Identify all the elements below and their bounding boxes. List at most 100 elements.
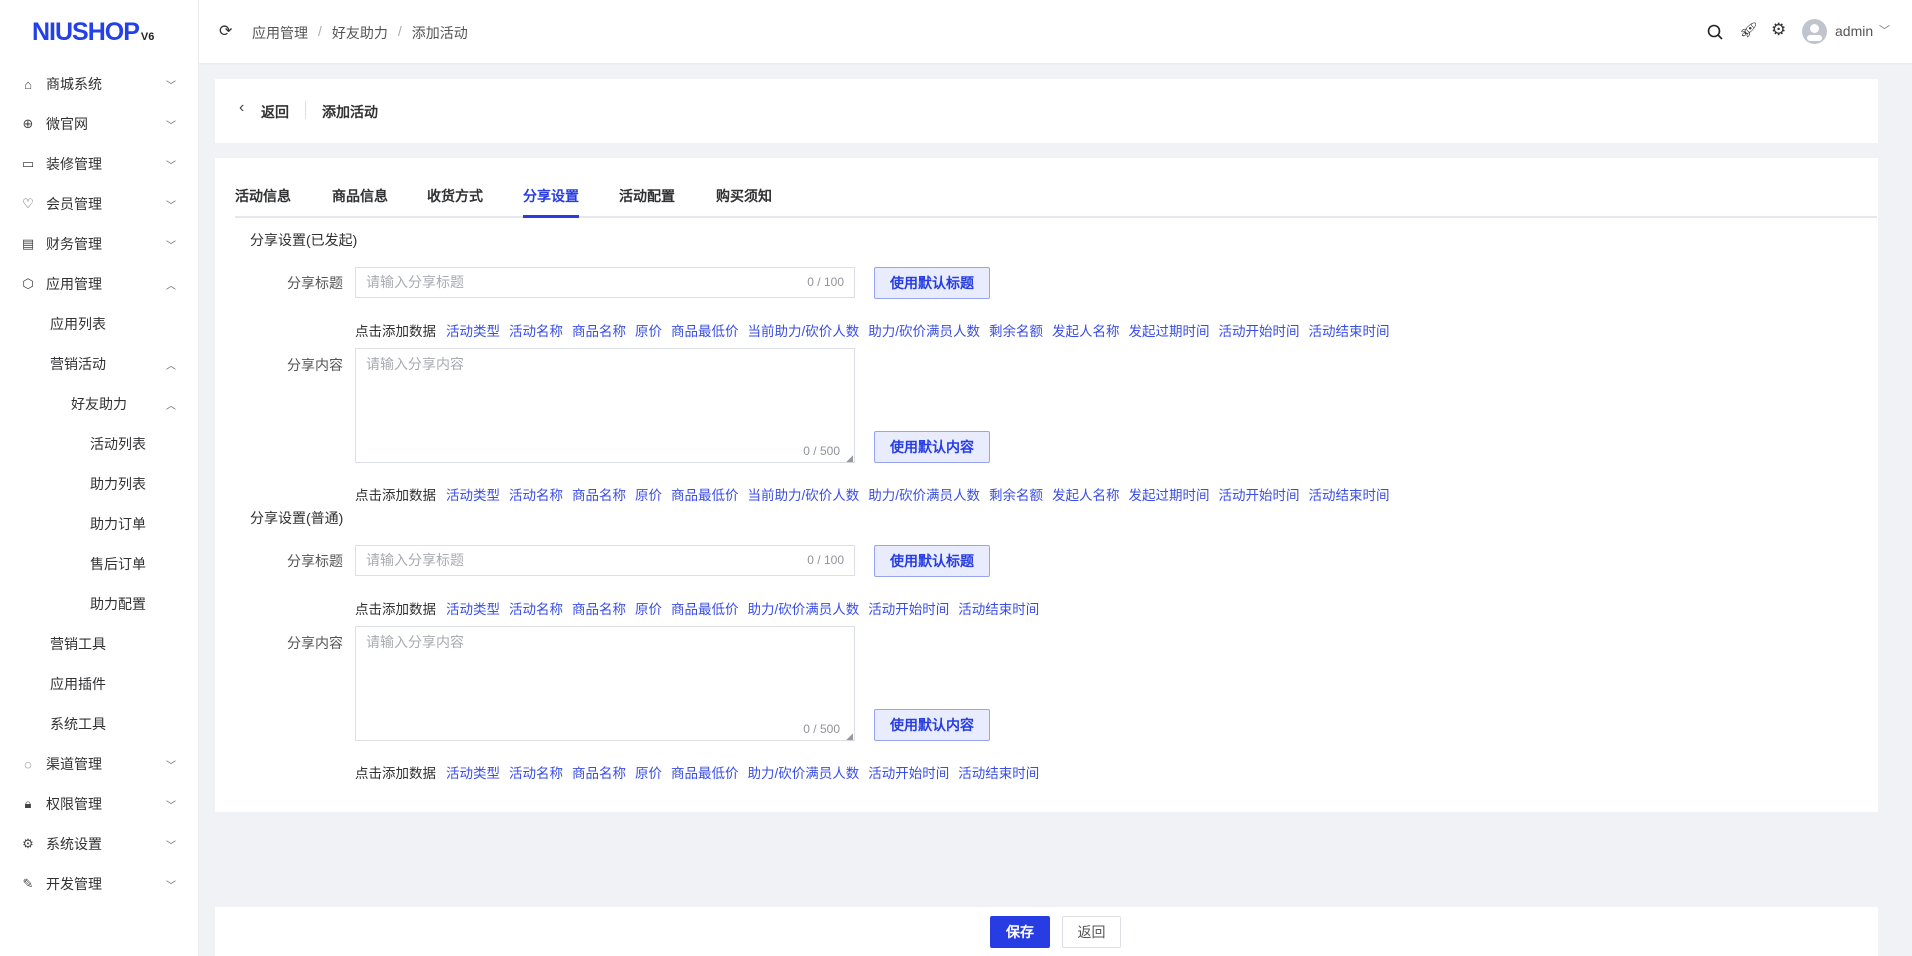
chevron-up-icon: ︿ xyxy=(166,400,176,412)
avatar[interactable] xyxy=(1802,19,1827,44)
insert-var-link[interactable]: 活动开始时间 xyxy=(1219,320,1300,340)
tab[interactable]: 分享设置 xyxy=(523,186,579,206)
search-icon[interactable] xyxy=(1707,24,1723,40)
insert-var-link[interactable]: 活动开始时间 xyxy=(868,762,949,782)
insert-var-link[interactable]: 活动开始时间 xyxy=(1219,484,1300,504)
save-button[interactable]: 保存 xyxy=(990,916,1050,948)
insert-var-link[interactable]: 原价 xyxy=(635,598,662,618)
insert-var-link[interactable]: 活动类型 xyxy=(446,598,500,618)
use-default-title-button[interactable]: 使用默认标题 xyxy=(874,267,990,299)
sidebar-item[interactable]: 售后订单 xyxy=(0,544,199,584)
sidebar-item[interactable]: 好友助力 ︿ xyxy=(0,384,199,424)
rocket-icon[interactable]: 🚀︎ xyxy=(1739,21,1758,39)
insert-var-link[interactable]: 活动名称 xyxy=(509,320,563,340)
insert-var-link[interactable]: 原价 xyxy=(635,484,662,504)
sidebar-item[interactable]: 应用插件 xyxy=(0,664,199,704)
chevron-down-icon: ﹀ xyxy=(166,880,176,892)
insert-var-link[interactable]: 助力/砍价满员人数 xyxy=(748,762,860,782)
sidebar-item[interactable]: ◌ 渠道管理 ﹀ xyxy=(0,744,199,784)
back-button[interactable]: 返回 xyxy=(1062,916,1121,948)
insert-var-link[interactable]: 活动结束时间 xyxy=(958,762,1039,782)
share-content-textarea[interactable]: 请输入分享内容 0 / 500 ◢ xyxy=(355,626,855,741)
sidebar-item[interactable]: 🔒︎ 权限管理 ﹀ xyxy=(0,784,199,824)
use-default-content-button[interactable]: 使用默认内容 xyxy=(874,431,990,463)
insert-var-link[interactable]: 活动类型 xyxy=(446,484,500,504)
insert-var-link[interactable]: 活动名称 xyxy=(509,762,563,782)
tab[interactable]: 购买须知 xyxy=(716,186,772,206)
refresh-icon[interactable]: ⟳ xyxy=(219,21,232,41)
share-title-input[interactable]: 请输入分享标题 0 / 100 xyxy=(355,545,855,576)
insert-var-link[interactable]: 当前助力/砍价人数 xyxy=(748,484,860,504)
breadcrumb-item[interactable]: 好友助力 xyxy=(332,23,388,43)
tab[interactable]: 商品信息 xyxy=(332,186,388,206)
breadcrumb-item[interactable]: 应用管理 xyxy=(252,23,308,43)
back-arrow-icon[interactable]: ‹ xyxy=(239,99,244,117)
sidebar-item[interactable]: 助力列表 xyxy=(0,464,199,504)
insert-var-link[interactable]: 商品最低价 xyxy=(671,484,739,504)
insert-var-link[interactable]: 当前助力/砍价人数 xyxy=(748,320,860,340)
sidebar-item[interactable]: 营销工具 xyxy=(0,624,199,664)
insert-var-link[interactable]: 发起过期时间 xyxy=(1129,320,1210,340)
insert-var-link[interactable]: 原价 xyxy=(635,762,662,782)
chevron-down-icon[interactable]: ﹀ xyxy=(1879,22,1890,38)
insert-var-link[interactable]: 助力/砍价满员人数 xyxy=(868,484,980,504)
insert-var-link[interactable]: 商品最低价 xyxy=(671,762,739,782)
insert-var-link[interactable]: 剩余名额 xyxy=(989,320,1043,340)
insert-var-link[interactable]: 发起人名称 xyxy=(1052,320,1120,340)
insert-var-link[interactable]: 活动开始时间 xyxy=(868,598,949,618)
sidebar-item[interactable]: ▭ 装修管理 ﹀ xyxy=(0,144,199,184)
resize-handle-icon[interactable]: ◢ xyxy=(846,453,853,464)
insert-var-link[interactable]: 商品最低价 xyxy=(671,320,739,340)
back-link[interactable]: 返回 xyxy=(261,102,289,122)
placeholder: 请输入分享标题 xyxy=(366,552,464,568)
sidebar-item[interactable]: ♡ 会员管理 ﹀ xyxy=(0,184,199,224)
insert-var-link[interactable]: 商品最低价 xyxy=(671,598,739,618)
use-default-title-button[interactable]: 使用默认标题 xyxy=(874,545,990,577)
sidebar-item[interactable]: 应用列表 xyxy=(0,304,199,344)
share-title-input[interactable]: 请输入分享标题 0 / 100 xyxy=(355,267,855,298)
insert-var-link[interactable]: 助力/砍价满员人数 xyxy=(868,320,980,340)
user-name[interactable]: admin xyxy=(1835,23,1873,39)
share-content-textarea[interactable]: 请输入分享内容 0 / 500 ◢ xyxy=(355,348,855,463)
sidebar-item-label: 应用管理 xyxy=(46,276,102,292)
sidebar-item[interactable]: 营销活动 ︿ xyxy=(0,344,199,384)
tab[interactable]: 活动配置 xyxy=(619,186,675,206)
sidebar-item[interactable]: 助力订单 xyxy=(0,504,199,544)
insert-var-link[interactable]: 商品名称 xyxy=(572,598,626,618)
insert-var-link[interactable]: 活动结束时间 xyxy=(1309,320,1390,340)
insert-var-link[interactable]: 活动名称 xyxy=(509,484,563,504)
sidebar-item[interactable]: 系统工具 xyxy=(0,704,199,744)
sidebar-item[interactable]: ⚙ 系统设置 ﹀ xyxy=(0,824,199,864)
sidebar-item[interactable]: ⊕ 微官网 ﹀ xyxy=(0,104,199,144)
tab[interactable]: 活动信息 xyxy=(235,186,291,206)
lock-icon: 🔒︎ xyxy=(24,796,32,811)
tab[interactable]: 收货方式 xyxy=(427,186,483,206)
insert-var-link[interactable]: 商品名称 xyxy=(572,320,626,340)
sidebar-item[interactable]: ⬡ 应用管理 ︿ xyxy=(0,264,199,304)
sidebar-item[interactable]: ▤ 财务管理 ﹀ xyxy=(0,224,199,264)
insert-var-link[interactable]: 发起过期时间 xyxy=(1129,484,1210,504)
gear-icon[interactable]: ⚙ xyxy=(1771,20,1786,40)
insert-var-link[interactable]: 剩余名额 xyxy=(989,484,1043,504)
sidebar-item[interactable]: ⌂ 商城系统 ﹀ xyxy=(0,64,199,104)
logo[interactable]: NIUSHOP V6 xyxy=(32,18,154,47)
sidebar-item-label: 应用列表 xyxy=(50,316,106,332)
insert-var-link[interactable]: 活动类型 xyxy=(446,762,500,782)
insert-var-link[interactable]: 商品名称 xyxy=(572,484,626,504)
insert-var-link[interactable]: 活动名称 xyxy=(509,598,563,618)
insert-var-link[interactable]: 活动结束时间 xyxy=(958,598,1039,618)
share-title-label: 分享标题 xyxy=(287,553,343,569)
sidebar-item[interactable]: ✎ 开发管理 ﹀ xyxy=(0,864,199,904)
insert-var-link[interactable]: 原价 xyxy=(635,320,662,340)
use-default-content-button[interactable]: 使用默认内容 xyxy=(874,709,990,741)
insert-var-link[interactable]: 发起人名称 xyxy=(1052,484,1120,504)
insert-var-link[interactable]: 活动结束时间 xyxy=(1309,484,1390,504)
resize-handle-icon[interactable]: ◢ xyxy=(846,731,853,742)
sidebar-item[interactable]: 活动列表 xyxy=(0,424,199,464)
insert-var-link[interactable]: 活动类型 xyxy=(446,320,500,340)
chevron-down-icon: ﹀ xyxy=(166,200,176,212)
insert-var-link[interactable]: 商品名称 xyxy=(572,762,626,782)
sidebar-item[interactable]: 助力配置 xyxy=(0,584,199,624)
bag-icon: ⌂ xyxy=(24,76,32,92)
insert-var-link[interactable]: 助力/砍价满员人数 xyxy=(748,598,860,618)
